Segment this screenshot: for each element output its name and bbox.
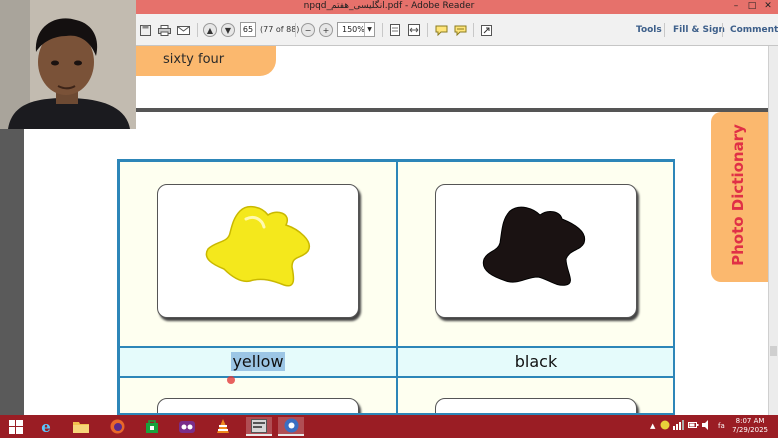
expand-icon[interactable] xyxy=(479,22,493,38)
image-card-yellow xyxy=(157,184,359,318)
previous-page-icon[interactable]: ▲ xyxy=(203,23,217,37)
label-yellow[interactable]: yellow xyxy=(231,352,285,371)
file-explorer-icon[interactable] xyxy=(70,417,92,436)
toolbar-separator xyxy=(295,23,296,37)
yellow-blob-icon xyxy=(205,205,311,287)
toolbar-separator xyxy=(664,23,665,37)
image-card-next-right xyxy=(435,398,637,413)
start-button[interactable] xyxy=(5,417,27,436)
show-hidden-icons-chevron-icon[interactable]: ▲ xyxy=(650,422,655,430)
image-card-next-left xyxy=(157,398,359,413)
sticky-note-icon[interactable] xyxy=(433,22,449,38)
label-cell-black: black xyxy=(397,347,673,377)
internet-explorer-icon[interactable]: e xyxy=(35,417,57,436)
page-header-text: sixty four xyxy=(163,52,225,67)
person-webcam-icon xyxy=(0,0,136,129)
image-cell-next-right xyxy=(397,377,673,413)
vlc-icon[interactable] xyxy=(212,417,234,436)
chevron-down-icon[interactable]: ▼ xyxy=(364,23,374,36)
minimize-button[interactable]: – xyxy=(728,0,744,14)
image-cell-yellow xyxy=(119,161,397,347)
image-cell-black xyxy=(397,161,673,347)
image-card-black xyxy=(435,184,637,318)
fill-sign-button[interactable]: Fill & Sign xyxy=(673,25,725,35)
toolbar-separator xyxy=(427,23,428,37)
firefox-icon[interactable] xyxy=(106,417,128,436)
window-controls: – □ ✕ xyxy=(728,0,776,14)
clock-time: 8:07 AM xyxy=(735,417,765,425)
zoom-select[interactable]: 150% ▼ xyxy=(337,22,375,37)
label-black[interactable]: black xyxy=(398,352,673,371)
page-number-input[interactable]: 65 xyxy=(240,22,256,37)
toolbar-separator xyxy=(473,23,474,37)
zoom-out-icon[interactable]: − xyxy=(301,23,315,37)
language-indicator[interactable]: fa xyxy=(718,422,725,430)
maximize-button[interactable]: □ xyxy=(744,0,760,14)
taskbar: e ▲ fa 8:07 AM 7/29/2025 xyxy=(0,415,778,438)
clock[interactable]: 8:07 AM 7/29/2025 xyxy=(732,417,768,435)
vertical-scrollbar[interactable] xyxy=(768,46,778,415)
close-button[interactable]: ✕ xyxy=(760,0,776,14)
adobe-reader-taskbar-button[interactable] xyxy=(246,417,272,436)
network-icon[interactable] xyxy=(673,420,684,432)
photo-dictionary-tab: Photo Dictionary xyxy=(711,112,768,282)
fit-page-icon[interactable] xyxy=(388,22,402,38)
clock-date: 7/29/2025 xyxy=(732,426,768,434)
image-cell-next-left xyxy=(119,377,397,413)
next-page-icon[interactable]: ▼ xyxy=(221,23,235,37)
toolbar-separator xyxy=(722,23,723,37)
cursor-highlight xyxy=(227,376,235,384)
photo-grid: yellow black xyxy=(117,159,675,415)
print-icon[interactable] xyxy=(156,22,172,38)
save-icon[interactable] xyxy=(138,22,152,38)
toolbar-separator xyxy=(382,23,383,37)
tray-app-icon[interactable] xyxy=(660,420,670,432)
screen: { "window": { "title": "npqd_انگلیسی_هفت… xyxy=(0,0,778,438)
highlight-icon[interactable] xyxy=(452,22,468,38)
volume-icon[interactable] xyxy=(702,420,712,432)
photo-dictionary-label: Photo Dictionary xyxy=(729,124,747,266)
fit-width-icon[interactable] xyxy=(407,22,421,38)
zoom-in-icon[interactable]: + xyxy=(319,23,333,37)
tools-button[interactable]: Tools xyxy=(636,25,662,35)
store-icon[interactable] xyxy=(141,417,163,436)
zoom-value: 150% xyxy=(342,25,365,34)
label-cell-yellow: yellow xyxy=(119,347,397,377)
email-icon[interactable] xyxy=(175,22,191,38)
comment-button[interactable]: Comment xyxy=(730,25,778,35)
page-count-text: (77 of 88) xyxy=(260,25,300,34)
app-purple-icon[interactable] xyxy=(176,417,198,436)
screen-recorder-taskbar-button[interactable] xyxy=(278,417,304,436)
webcam-overlay xyxy=(0,0,136,129)
battery-icon[interactable] xyxy=(688,420,699,432)
black-blob-icon xyxy=(482,206,586,286)
toolbar-separator xyxy=(197,23,198,37)
page-header-tab: sixty four xyxy=(136,46,276,76)
scrollbar-thumb[interactable] xyxy=(770,346,777,356)
